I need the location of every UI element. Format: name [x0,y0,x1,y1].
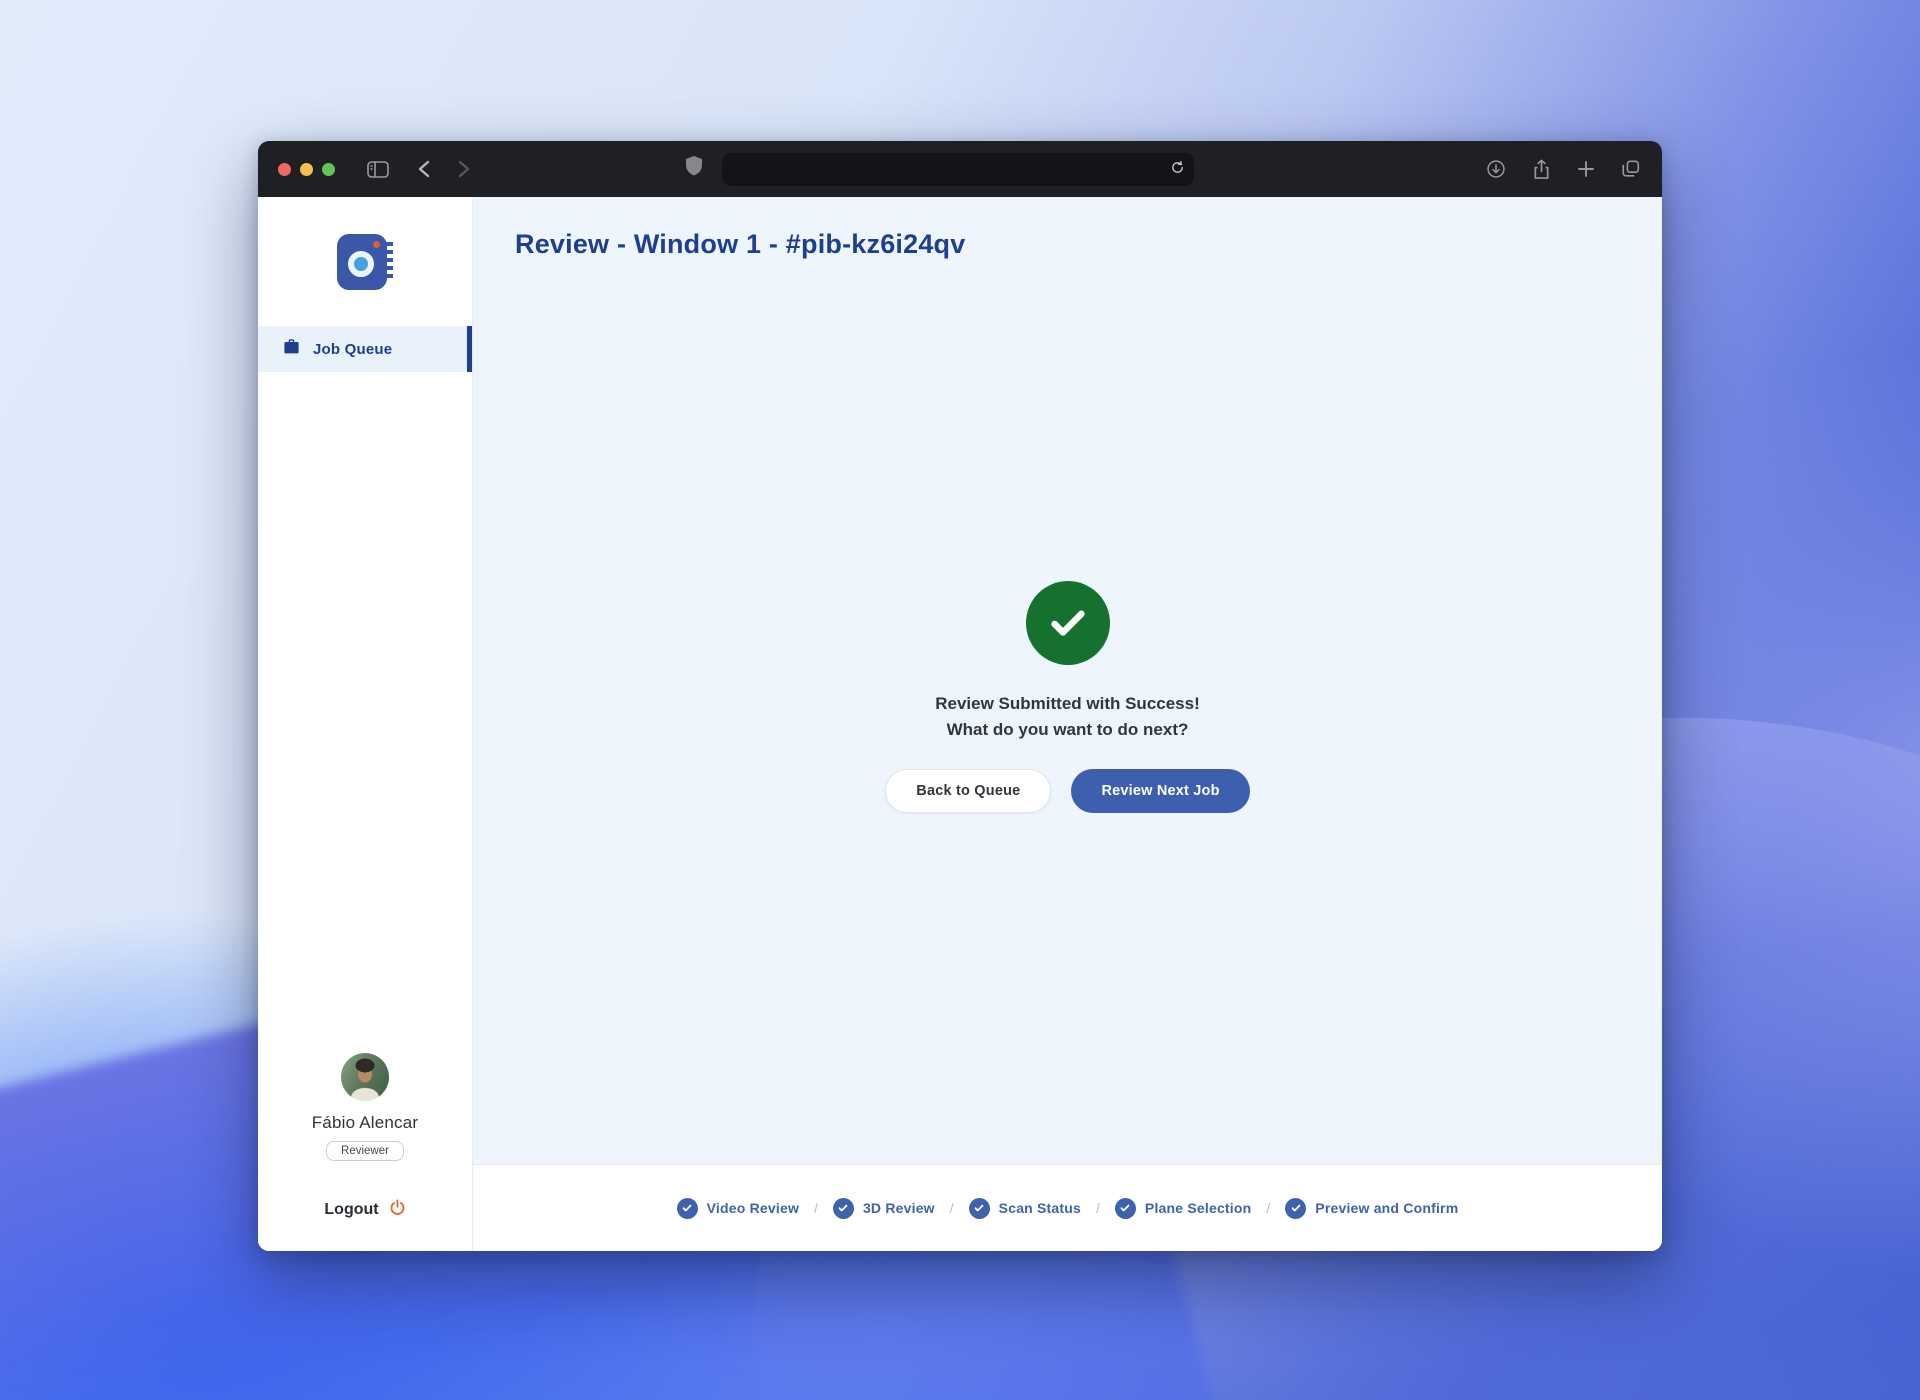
logout-label: Logout [324,1201,378,1219]
review-next-job-button[interactable]: Review Next Job [1071,769,1249,813]
reload-icon[interactable] [1170,160,1185,180]
step-separator: / [814,1200,818,1216]
minimize-window-button[interactable] [300,163,313,176]
role-badge: Reviewer [326,1141,404,1161]
success-panel: Review Submitted with Success! What do y… [473,260,1662,1164]
step-label: Video Review [707,1200,799,1216]
step-check-icon [1285,1198,1306,1219]
logo-lens-icon [348,251,374,277]
step-plane-selection[interactable]: Plane Selection [1115,1198,1251,1219]
step-separator: / [950,1200,954,1216]
action-buttons: Back to Queue Review Next Job [885,769,1249,813]
success-check-icon [1026,581,1110,665]
close-window-button[interactable] [278,163,291,176]
browser-titlebar [258,141,1662,197]
app-shell: Job Queue Fábio Alencar Reviewer Logout [258,197,1662,1251]
stepper-footer: Video Review / 3D Review / S [473,1164,1662,1251]
tab-overview-icon[interactable] [1614,154,1648,184]
user-name: Fábio Alencar [312,1113,419,1133]
privacy-shield-icon [684,154,704,185]
avatar [341,1053,389,1101]
logo-dot [373,241,380,248]
success-line-1: Review Submitted with Success! [935,691,1200,717]
share-icon[interactable] [1524,154,1558,184]
step-label: 3D Review [863,1200,935,1216]
step-preview-and-confirm[interactable]: Preview and Confirm [1285,1198,1458,1219]
back-to-queue-button[interactable]: Back to Queue [885,769,1051,813]
step-check-icon [833,1198,854,1219]
sidebar-item-label: Job Queue [313,341,392,358]
forward-icon[interactable] [447,154,481,184]
step-label: Plane Selection [1145,1200,1251,1216]
toolbar-right-icons [1479,154,1648,184]
stepper: Video Review / 3D Review / S [677,1198,1459,1219]
sidebar-toggle-icon[interactable] [361,154,395,184]
step-label: Scan Status [999,1200,1081,1216]
user-block: Fábio Alencar Reviewer Logout [258,1053,472,1251]
step-check-icon [677,1198,698,1219]
sidebar-item-job-queue[interactable]: Job Queue [258,326,472,372]
logo-teeth [385,242,393,282]
step-scan-status[interactable]: Scan Status [969,1198,1081,1219]
back-icon[interactable] [407,154,441,184]
briefcase-icon [283,339,300,360]
app-logo [258,197,472,326]
page-title: Review - Window 1 - #pib-kz6i24qv [473,197,1662,260]
step-separator: / [1266,1200,1270,1216]
step-video-review[interactable]: Video Review [677,1198,799,1219]
logout-button[interactable]: Logout [324,1199,405,1221]
step-3d-review[interactable]: 3D Review [833,1198,935,1219]
power-icon [389,1199,406,1221]
url-bar[interactable] [722,153,1194,186]
step-label: Preview and Confirm [1315,1200,1458,1216]
new-tab-icon[interactable] [1569,154,1603,184]
success-line-2: What do you want to do next? [935,717,1200,743]
fullscreen-window-button[interactable] [322,163,335,176]
sidebar: Job Queue Fábio Alencar Reviewer Logout [258,197,473,1251]
downloads-icon[interactable] [1479,154,1513,184]
success-message: Review Submitted with Success! What do y… [935,691,1200,744]
step-separator: / [1096,1200,1100,1216]
step-check-icon [969,1198,990,1219]
step-check-icon [1115,1198,1136,1219]
traffic-lights [278,163,335,176]
main-content: Review - Window 1 - #pib-kz6i24qv Review… [473,197,1662,1251]
browser-window: Job Queue Fábio Alencar Reviewer Logout [258,141,1662,1251]
